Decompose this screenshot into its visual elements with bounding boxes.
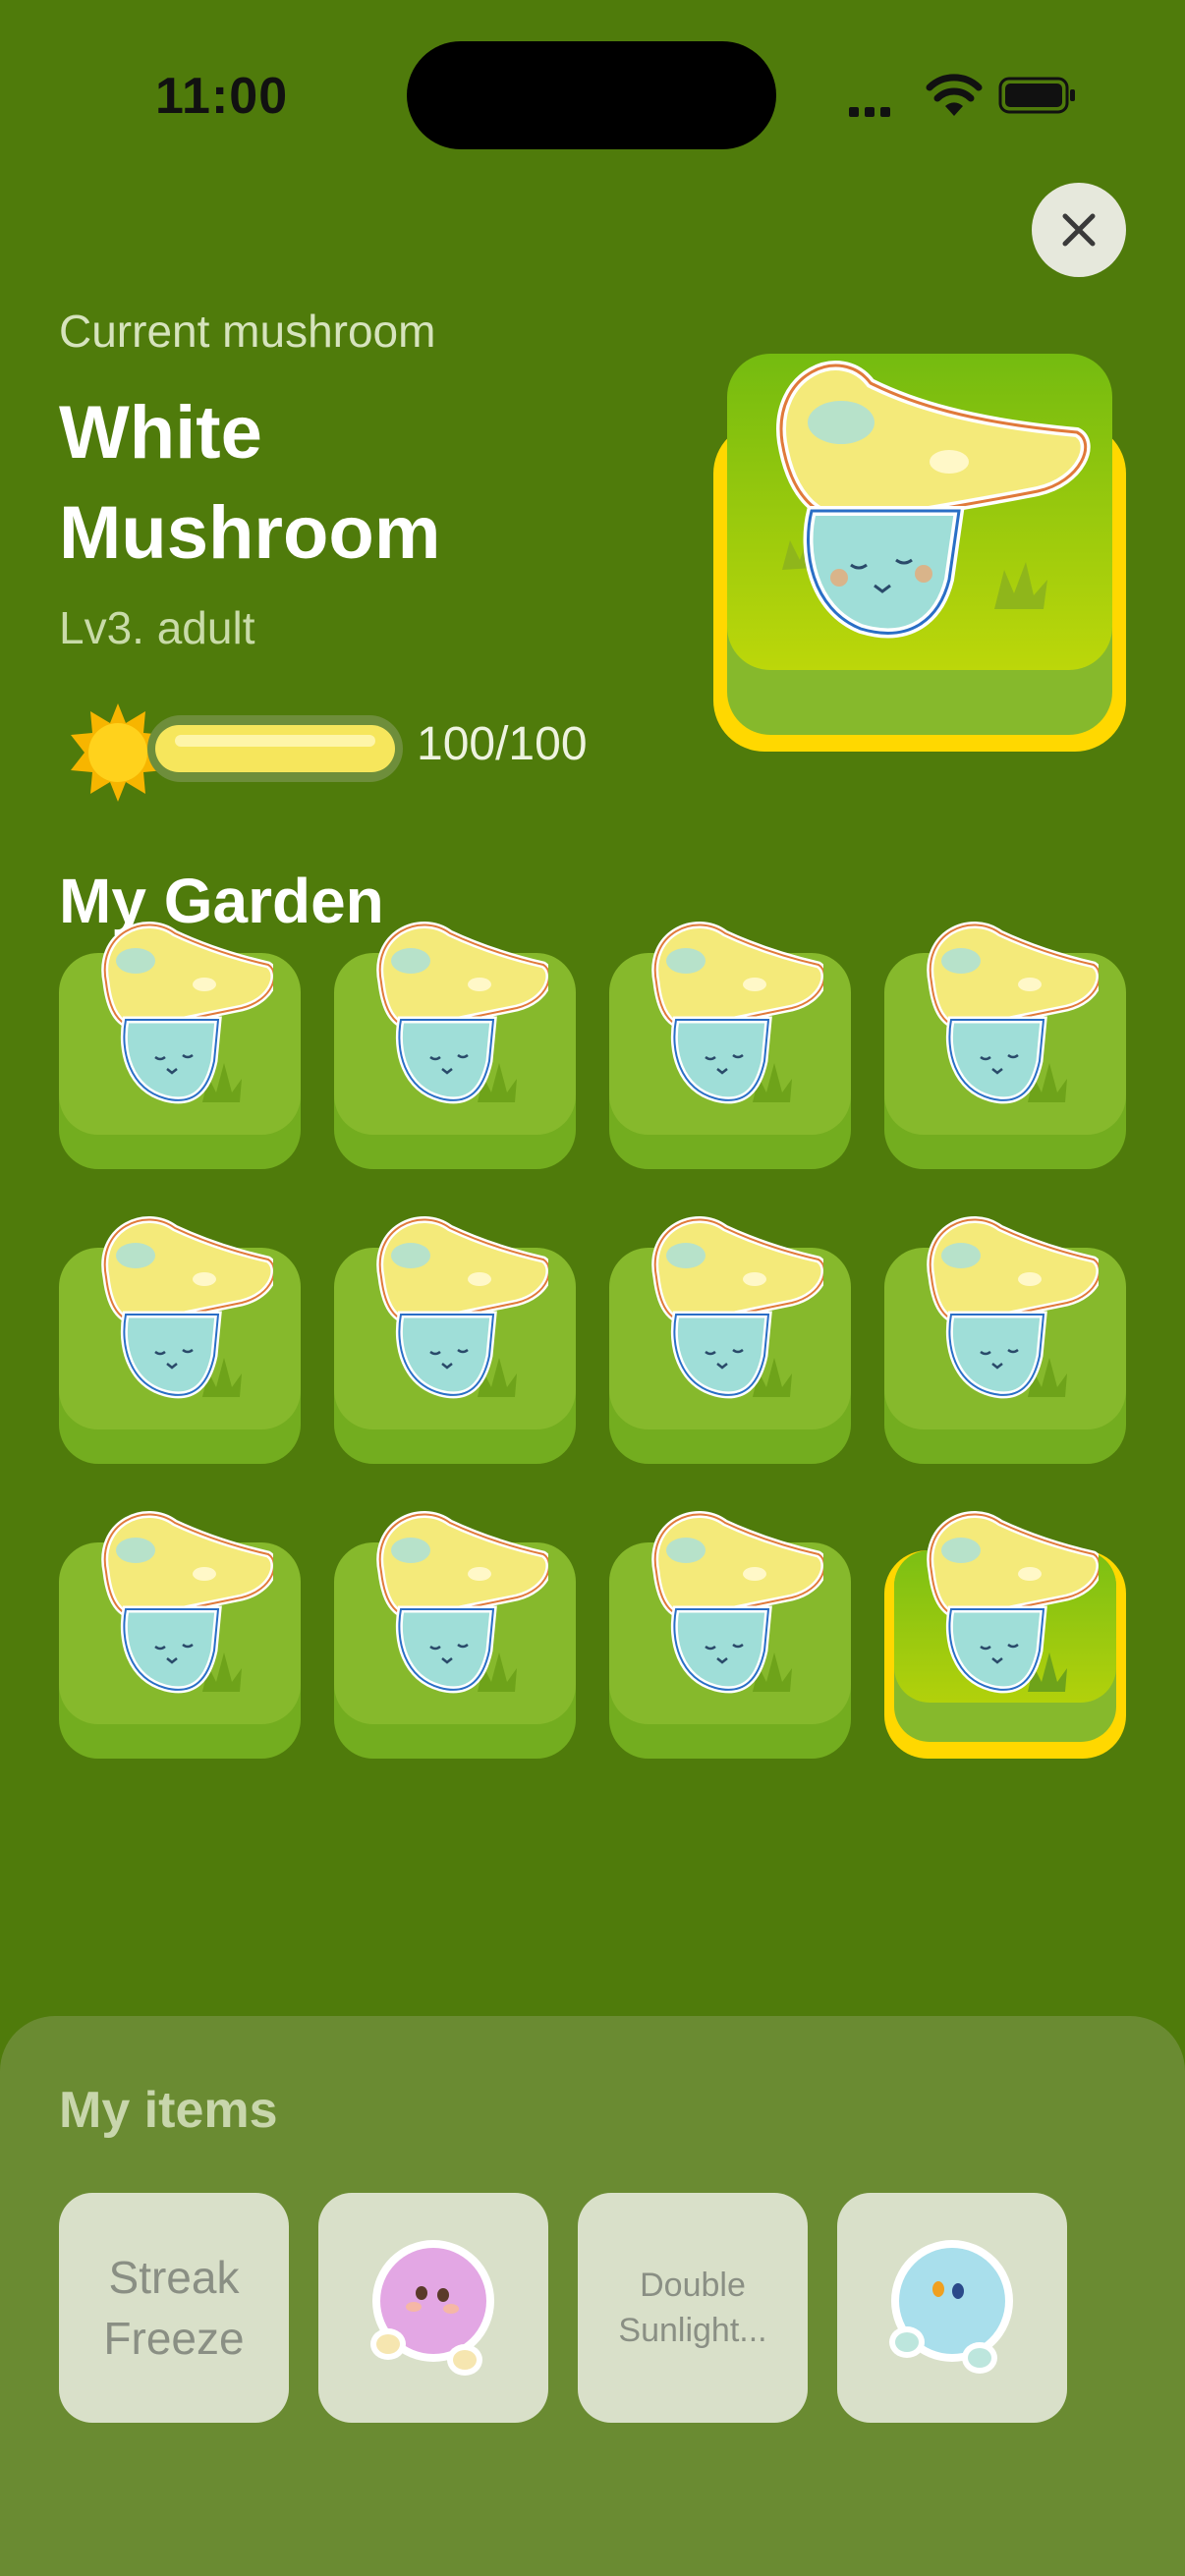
status-bar: 11:00 — [0, 0, 1185, 187]
mushroom-name: White Mushroom — [59, 391, 441, 575]
garden-tile[interactable] — [609, 1503, 851, 1759]
mushroom-icon — [376, 922, 548, 1104]
close-icon — [1062, 213, 1096, 247]
close-button[interactable] — [1032, 183, 1126, 277]
sunlight-progress-text: 100/100 — [417, 718, 588, 770]
wifi-icon — [926, 74, 983, 116]
mushroom-icon — [651, 922, 823, 1104]
current-mushroom-label: Current mushroom — [59, 306, 436, 357]
item-blue-creature[interactable] — [837, 2193, 1067, 2423]
garden-tile[interactable] — [884, 914, 1126, 1169]
mushroom-icon — [101, 1216, 273, 1399]
mushroom-icon — [101, 1511, 273, 1694]
sunlight-progress-fill — [155, 725, 395, 772]
status-time: 11:00 — [155, 68, 289, 125]
mushroom-icon — [651, 1511, 823, 1694]
mushroom-icon — [927, 1216, 1099, 1399]
item-label: Double Sunlight... — [618, 2267, 767, 2349]
mushroom-icon — [651, 1216, 823, 1399]
current-mushroom-card — [713, 354, 1126, 752]
garden-tile[interactable] — [334, 1503, 576, 1759]
item-pink-creature[interactable] — [318, 2193, 548, 2423]
garden-tile[interactable] — [59, 1208, 301, 1464]
battery-icon — [998, 77, 1075, 114]
item-label: Streak Freeze — [103, 2252, 245, 2364]
cellular-signal-icon — [849, 104, 908, 117]
dynamic-island — [407, 41, 776, 149]
mushroom-icon — [376, 1216, 548, 1399]
garden-tile[interactable] — [884, 1208, 1126, 1464]
garden-tile[interactable] — [334, 1208, 576, 1464]
garden-tile[interactable] — [609, 1208, 851, 1464]
mushroom-level: Lv3. adult — [59, 602, 255, 653]
garden-tile[interactable] — [59, 914, 301, 1169]
mushroom-icon — [927, 1511, 1099, 1694]
pink-creature-icon — [370, 2240, 494, 2376]
garden-tile-selected[interactable] — [884, 1503, 1126, 1759]
garden-tile[interactable] — [334, 914, 576, 1169]
mushroom-icon — [376, 1511, 548, 1694]
garden-tile[interactable] — [59, 1503, 301, 1759]
mushroom-icon — [927, 922, 1099, 1104]
items-title: My items — [59, 2082, 278, 2139]
item-streak-freeze[interactable]: Streak Freeze — [59, 2193, 289, 2423]
item-double-sunlight[interactable]: Double Sunlight... — [578, 2193, 808, 2423]
mushroom-icon — [101, 922, 273, 1104]
sunlight-progress-bar — [147, 715, 403, 782]
blue-creature-icon — [889, 2240, 1013, 2374]
garden-tile[interactable] — [609, 914, 851, 1169]
